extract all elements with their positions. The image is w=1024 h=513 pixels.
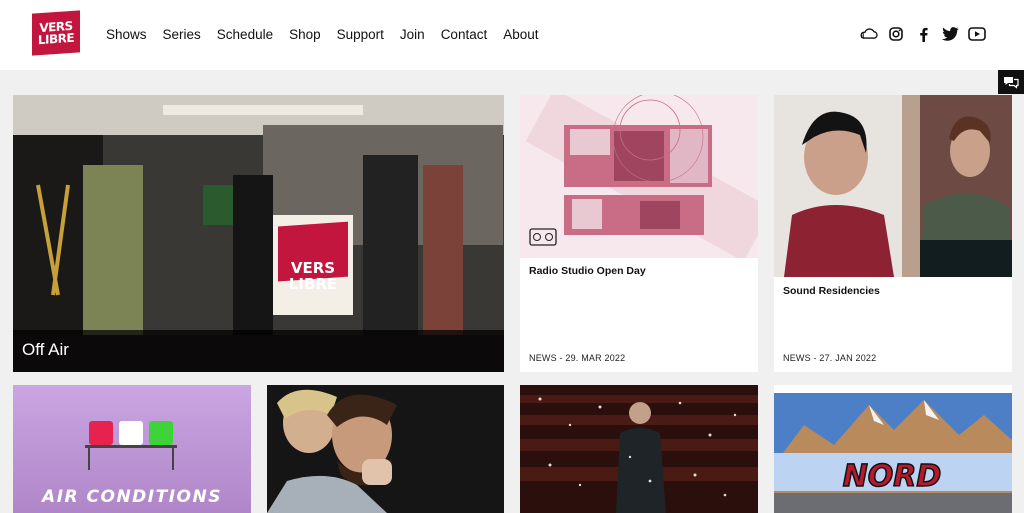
facebook-icon[interactable] bbox=[914, 26, 932, 42]
theatre-image bbox=[520, 385, 758, 513]
nav-series[interactable]: Series bbox=[163, 26, 201, 44]
card-meta: NEWS - 29. MAR 2022 bbox=[529, 353, 626, 363]
sound-residencies-image bbox=[774, 95, 1012, 277]
news-card-sound-residencies[interactable]: Sound Residencies NEWS - 27. JAN 2022 bbox=[774, 95, 1012, 372]
chat-icon[interactable] bbox=[998, 70, 1024, 94]
card-air-conditions[interactable]: AIR CONDITIONS bbox=[13, 385, 251, 513]
soundcloud-icon[interactable] bbox=[860, 26, 878, 42]
vers-libre-logo[interactable]: VERS LIBRE bbox=[32, 10, 80, 56]
card-theatre[interactable] bbox=[520, 385, 758, 513]
feature-overlay: Off Air bbox=[13, 330, 504, 372]
card-nord[interactable]: NORD bbox=[774, 385, 1012, 513]
feature-card-off-air[interactable]: VERS LIBRE Off Air bbox=[13, 95, 504, 372]
nav-about[interactable]: About bbox=[503, 26, 538, 44]
site-header: VERS LIBRE Shows Series Schedule Shop Su… bbox=[0, 0, 1024, 70]
card-title[interactable]: Sound Residencies bbox=[783, 285, 880, 297]
feature-label: Off Air bbox=[22, 340, 69, 359]
youtube-icon[interactable] bbox=[968, 26, 986, 42]
social-links bbox=[860, 26, 986, 42]
nav-support[interactable]: Support bbox=[337, 26, 384, 44]
nord-image: NORD bbox=[774, 385, 1012, 513]
air-conditions-title: AIR CONDITIONS bbox=[40, 487, 222, 507]
feature-sign-line-2: LIBRE bbox=[289, 275, 337, 293]
main-nav: Shows Series Schedule Shop Support Join … bbox=[106, 26, 539, 44]
nav-shows[interactable]: Shows bbox=[106, 26, 147, 44]
card-portrait-duo[interactable] bbox=[267, 385, 504, 513]
nav-shop[interactable]: Shop bbox=[289, 26, 321, 44]
radio-studio-image bbox=[520, 95, 758, 258]
nav-schedule[interactable]: Schedule bbox=[217, 26, 273, 44]
card-title[interactable]: Radio Studio Open Day bbox=[529, 265, 646, 277]
portrait-duo-image bbox=[267, 385, 504, 513]
nav-join[interactable]: Join bbox=[400, 26, 425, 44]
logo-line-2: LIBRE bbox=[37, 30, 75, 48]
air-conditions-image: AIR CONDITIONS bbox=[13, 385, 251, 513]
twitter-icon[interactable] bbox=[941, 26, 959, 42]
nord-title: NORD bbox=[843, 459, 942, 494]
nav-contact[interactable]: Contact bbox=[441, 26, 488, 44]
news-card-radio-studio[interactable]: Radio Studio Open Day NEWS - 29. MAR 202… bbox=[520, 95, 758, 372]
card-meta: NEWS - 27. JAN 2022 bbox=[783, 353, 877, 363]
instagram-icon[interactable] bbox=[887, 26, 905, 42]
